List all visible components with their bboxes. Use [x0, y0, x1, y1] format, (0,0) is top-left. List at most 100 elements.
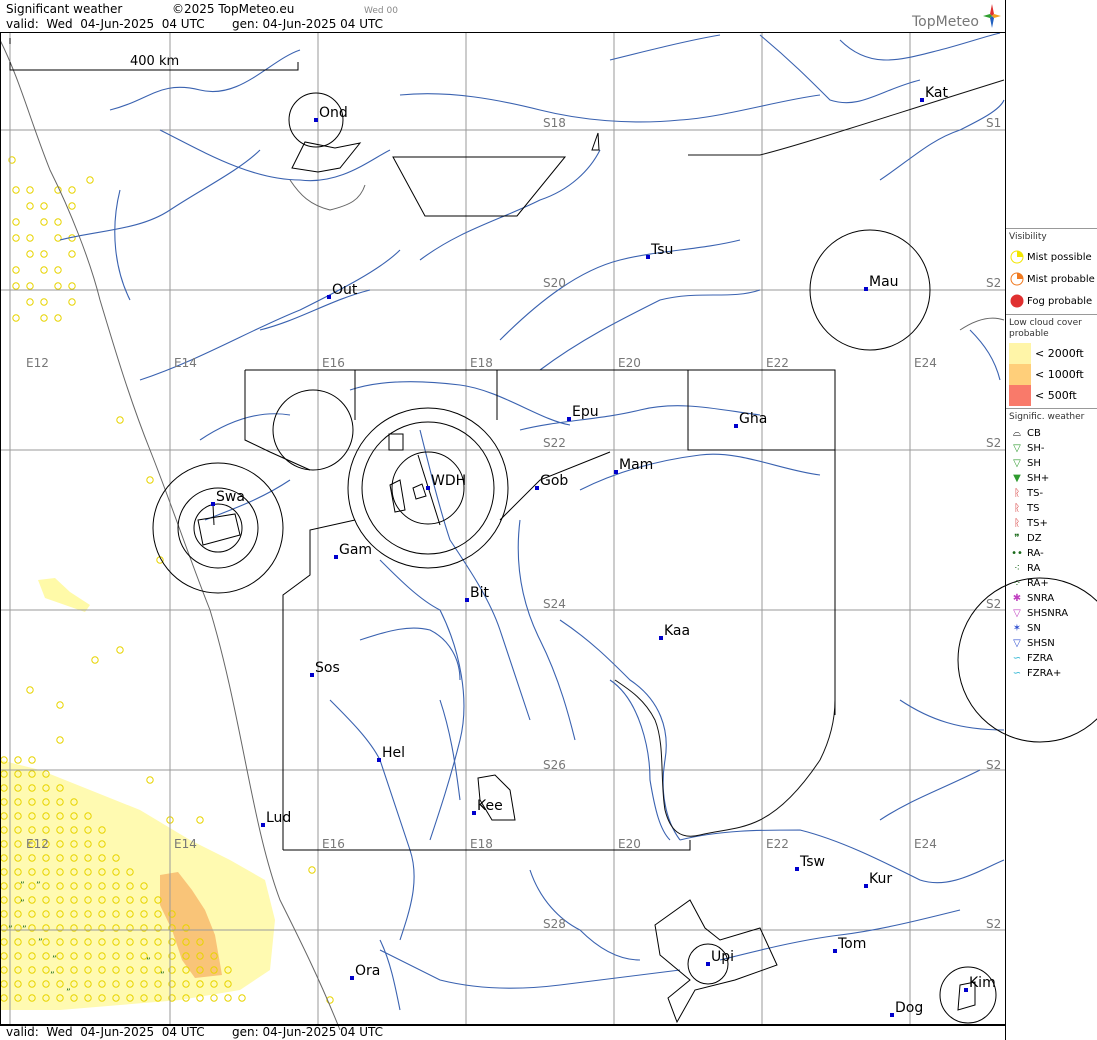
svg-text:”: ”: [160, 971, 165, 981]
legend-weather: Signific. weather ⌓ CB ▽ SH- ▽ SH ▼ SH+ ᚱ TS- ᚱ TS ᚱ…: [1006, 408, 1097, 683]
station-marker: [310, 673, 314, 677]
legend-weather-title: Signific. weather: [1009, 412, 1085, 422]
legend-low-cloud: Low cloud cover probable < 2000ft < 1000f…: [1006, 314, 1097, 408]
station-kaa[interactable]: Kaa: [659, 623, 690, 640]
mist-icon: [40, 202, 48, 210]
legend-weather-item: ⁘ RA+: [1009, 576, 1095, 591]
station-ora[interactable]: Ora: [350, 963, 380, 980]
mist-icon: [26, 298, 34, 306]
grid-labels: S18 S20 S22 S24 S26 S28 S1 S2 S2 S2 S2 S2 E12 E12 E14 E…: [26, 116, 1001, 931]
footer-valid-time: valid: Wed 04-Jun-2025 04 UTC: [6, 1025, 205, 1039]
lon-label: E24: [914, 356, 937, 370]
lat-label: S20: [543, 276, 566, 290]
station-sos[interactable]: Sos: [310, 660, 340, 677]
lat-label: S26: [543, 758, 566, 772]
mist-icon: [12, 218, 20, 226]
station-marker: [864, 884, 868, 888]
station-tom[interactable]: Tom: [833, 936, 866, 953]
mist-icon: [40, 266, 48, 274]
station-gob[interactable]: Gob: [535, 473, 568, 490]
station-label: Gob: [540, 473, 568, 489]
legend-label: TS+: [1027, 518, 1048, 529]
mist-icon: [54, 218, 62, 226]
station-tsw[interactable]: Tsw: [795, 854, 825, 871]
station-ond[interactable]: Ond: [314, 105, 348, 122]
station-label: Bit: [470, 585, 489, 601]
mist-icon: [40, 314, 48, 322]
mist-icon: [68, 282, 76, 290]
station-gha[interactable]: Gha: [734, 411, 767, 428]
lat-label-edge: S2: [986, 758, 1001, 772]
mist-icon: [26, 234, 34, 242]
station-kee[interactable]: Kee: [472, 798, 503, 815]
station-tsu[interactable]: Tsu: [646, 242, 673, 259]
lon-label: E24: [914, 837, 937, 851]
station-out[interactable]: Out: [327, 282, 358, 299]
legend-weather-item: ∽ FZRA+: [1009, 666, 1095, 681]
legend-label: < 2000ft: [1035, 347, 1084, 360]
mist-icon: [26, 250, 34, 258]
legend-low-cloud-item: < 2000ft: [1009, 343, 1095, 364]
station-label: Tom: [837, 936, 866, 952]
footer-generated-time: gen: 04-Jun-2025 04 UTC: [232, 1025, 384, 1039]
legend-label: < 500ft: [1035, 389, 1077, 402]
lat-label-edge: S2: [986, 436, 1001, 450]
lon-label: E20: [618, 356, 641, 370]
svg-text:”: ”: [52, 955, 57, 965]
rain-icon: ⁖: [1014, 563, 1020, 574]
mist-icon: [210, 994, 218, 1002]
mist-icon: [56, 736, 64, 744]
legend-weather-item: ▽ SH-: [1009, 441, 1095, 456]
mist-icon: [238, 994, 246, 1002]
legend-label: Fog probable: [1027, 295, 1093, 307]
station-label: Swa: [216, 489, 245, 505]
station-epu[interactable]: Epu: [567, 404, 599, 421]
lon-label: E12: [26, 356, 49, 370]
legend-label: FZRA: [1027, 653, 1053, 664]
station-marker: [426, 486, 430, 490]
legend-label: RA-: [1027, 548, 1044, 559]
logo-text[interactable]: TopMeteo: [912, 15, 979, 29]
station-label: Kee: [477, 798, 503, 814]
legend-label: TS-: [1027, 488, 1044, 499]
weather-map[interactable]: 400 km S18 S20 S22 S24 S26 S28 S1 S2 S2 S2 S2 S2 E12…: [0, 0, 1097, 1040]
station-kat[interactable]: Kat: [920, 85, 949, 102]
station-swa[interactable]: Swa: [211, 489, 245, 506]
airspace-outlines: [197, 132, 976, 1024]
copyright: ©2025 TopMeteo.eu: [172, 2, 295, 16]
mist-icon: [86, 176, 94, 184]
station-kur[interactable]: Kur: [864, 871, 892, 888]
station-marker: [261, 823, 265, 827]
scale-label: 400 km: [130, 54, 179, 69]
station-mau[interactable]: Mau: [864, 274, 899, 291]
station-wdh[interactable]: WDH: [426, 473, 466, 490]
legend-weather-item: ▽ SHSNRA: [1009, 606, 1095, 621]
low-cloud-swatch: [1009, 364, 1031, 385]
mist-icon: [146, 776, 154, 784]
station-label: Hel: [382, 745, 405, 761]
station-label: Out: [332, 282, 358, 298]
station-marker: [472, 811, 476, 815]
station-marker: [327, 295, 331, 299]
map-title: Significant weather: [6, 2, 123, 16]
station-hel[interactable]: Hel: [377, 745, 405, 762]
station-kim[interactable]: Kim: [964, 975, 996, 992]
station-upi[interactable]: Upi: [706, 949, 734, 966]
station-gam[interactable]: Gam: [334, 542, 372, 559]
legend-label: SNRA: [1027, 593, 1055, 604]
station-bit[interactable]: Bit: [465, 585, 489, 602]
station-marker: [890, 1013, 894, 1017]
lon-label: E16: [322, 837, 345, 851]
mist-icon: [54, 314, 62, 322]
station-mam[interactable]: Mam: [614, 457, 653, 474]
station-lud[interactable]: Lud: [261, 810, 291, 827]
low-cloud-swatch: [1009, 385, 1031, 406]
station-label: Kat: [925, 85, 949, 101]
station-dog[interactable]: Dog: [890, 1000, 923, 1017]
station-marker: [465, 598, 469, 602]
legend-visibility-item: Mist probable: [1009, 268, 1095, 290]
compass-logo-icon: [983, 4, 1001, 28]
legend-label: SN: [1027, 623, 1041, 634]
legend-label: CB: [1027, 428, 1041, 439]
station-marker: [314, 118, 318, 122]
